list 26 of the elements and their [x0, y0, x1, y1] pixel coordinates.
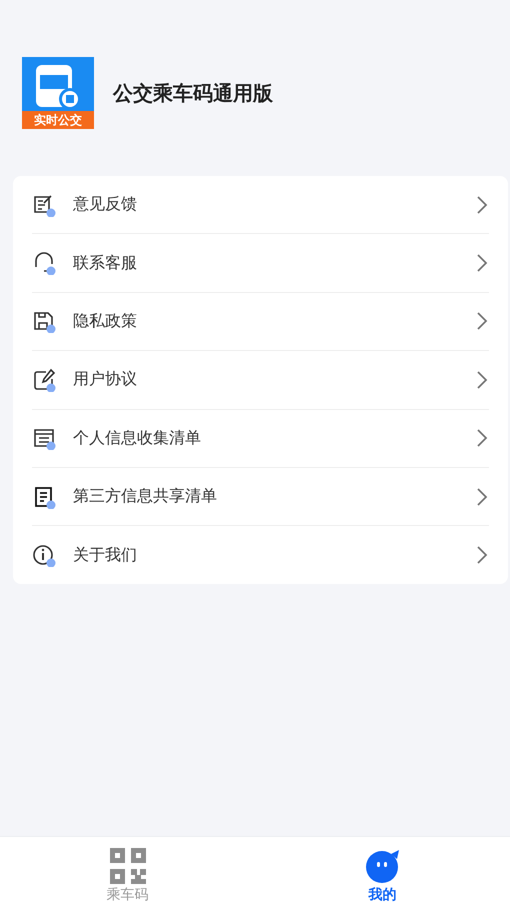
chevron-icon — [475, 194, 489, 215]
app-title: 公交乘车码通用版 — [113, 80, 273, 106]
smiley-icon — [364, 848, 400, 884]
headset-icon — [32, 251, 56, 276]
pencil-icon — [32, 368, 56, 392]
note-icon — [32, 192, 56, 217]
chevron-icon — [475, 428, 489, 448]
menu-item[interactable]: 隐私政策 — [32, 292, 489, 352]
menu-item[interactable]: 用户协议 — [32, 351, 489, 410]
document-icon — [32, 484, 56, 509]
menu-item[interactable]: 关于我们 — [32, 526, 489, 584]
qr-code-icon — [110, 848, 146, 884]
chevron-icon — [475, 311, 489, 332]
menu-item[interactable]: 第三方信息共享清单 — [32, 468, 489, 526]
chevron-icon — [475, 370, 489, 390]
list-icon — [32, 426, 56, 450]
chevron-icon — [475, 486, 489, 507]
floppy-icon — [32, 309, 56, 334]
menu-item[interactable]: 联系客服 — [32, 234, 489, 293]
info-icon — [32, 543, 56, 568]
menu-item[interactable]: 意见反馈 — [32, 176, 489, 234]
logo-badge: 实时公交 — [22, 111, 94, 129]
chevron-icon — [475, 253, 489, 274]
menu-item[interactable]: 个人信息收集清单 — [32, 410, 489, 468]
tab-item[interactable]: 我的 — [255, 837, 510, 911]
chevron-icon — [475, 545, 489, 566]
